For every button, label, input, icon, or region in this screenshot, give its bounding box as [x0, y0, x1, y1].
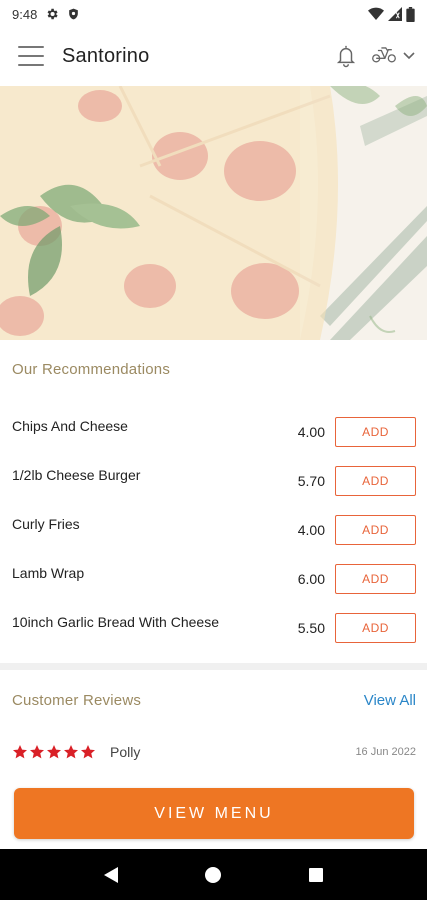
bell-icon[interactable] [335, 44, 357, 68]
add-button[interactable]: ADD [335, 515, 416, 545]
item-price: 4.00 [297, 424, 325, 440]
list-item: 1/2lb Cheese Burger 5.70 ADD [0, 457, 427, 506]
reviews-title: Customer Reviews [12, 692, 142, 709]
status-time: 9:48 [12, 6, 38, 22]
item-name: 1/2lb Cheese Burger [12, 467, 141, 483]
item-price: 4.00 [297, 522, 325, 538]
wifi-icon [368, 7, 384, 21]
view-menu-button[interactable]: VIEW MENU [14, 788, 414, 839]
reviewer-name: Polly [110, 744, 141, 760]
shield-icon [67, 7, 80, 21]
star-icon [13, 745, 27, 759]
star-icon [47, 745, 61, 759]
review-item: Polly 16 Jun 2022 [12, 740, 416, 764]
recommendations-list: Chips And Cheese 4.00 ADD 1/2lb Cheese B… [0, 408, 427, 653]
delivery-mode-selector[interactable] [371, 44, 415, 69]
list-item: Curly Fries 4.00 ADD [0, 506, 427, 555]
hero-image [0, 86, 427, 340]
item-price: 5.70 [297, 473, 325, 489]
review-date: 16 Jun 2022 [355, 746, 416, 758]
item-name: Lamb Wrap [12, 565, 85, 581]
system-nav-bar [0, 849, 427, 900]
item-name: 10inch Garlic Bread With Cheese [12, 614, 219, 630]
star-rating [12, 744, 96, 760]
star-icon [64, 745, 78, 759]
menu-icon[interactable] [18, 46, 44, 66]
add-button[interactable]: ADD [335, 417, 416, 447]
back-icon[interactable] [91, 855, 131, 895]
view-all-link[interactable]: View All [364, 692, 416, 709]
list-item: Chips And Cheese 4.00 ADD [0, 408, 427, 457]
item-price: 5.50 [297, 620, 325, 636]
status-bar: 9:48 [0, 0, 427, 28]
signal-icon [388, 7, 402, 21]
home-icon[interactable] [193, 855, 233, 895]
list-item: Lamb Wrap 6.00 ADD [0, 555, 427, 604]
add-button[interactable]: ADD [335, 613, 416, 643]
item-name: Chips And Cheese [12, 418, 128, 434]
chevron-down-icon [403, 47, 415, 65]
add-button[interactable]: ADD [335, 564, 416, 594]
scooter-icon [371, 44, 397, 69]
settings-icon [45, 7, 59, 21]
star-icon [81, 745, 95, 759]
list-item: 10inch Garlic Bread With Cheese 5.50 ADD [0, 604, 427, 653]
recommendations-title: Our Recommendations [12, 361, 171, 378]
page-title: Santorino [62, 44, 150, 67]
section-divider [0, 663, 427, 670]
star-icon [30, 745, 44, 759]
recents-icon[interactable] [296, 855, 336, 895]
app-bar: Santorino [0, 28, 427, 84]
battery-icon [406, 6, 415, 22]
item-price: 6.00 [297, 571, 325, 587]
add-button[interactable]: ADD [335, 466, 416, 496]
item-name: Curly Fries [12, 516, 80, 532]
